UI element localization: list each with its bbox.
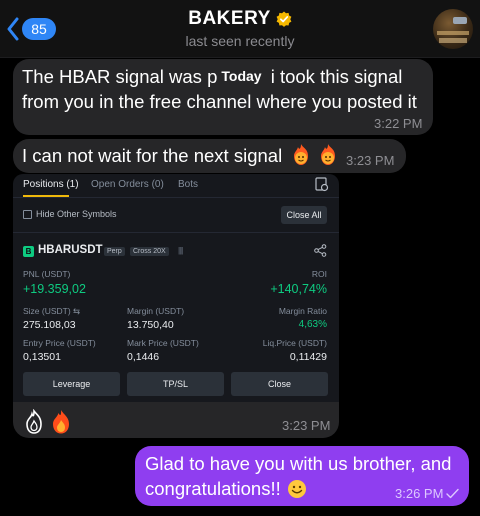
mark-price-value: 0,1446 xyxy=(127,351,160,363)
message-text: I can not wait for the next signal xyxy=(22,145,283,166)
fire-emoji-icon xyxy=(53,410,69,434)
date-label: Today xyxy=(217,64,266,89)
leverage-button[interactable]: Leverage xyxy=(23,372,120,396)
message-time: 3:22 PM xyxy=(374,116,423,131)
hand-fire-sticker-icon xyxy=(26,409,42,434)
message-time: 3:23 PM xyxy=(282,418,331,433)
margin-label: Margin (USDT) xyxy=(127,306,185,316)
margin-value: 13.750,40 xyxy=(127,319,174,331)
close-all-button[interactable]: Close All xyxy=(281,206,327,224)
tab-open-orders[interactable]: Open Orders (0) xyxy=(91,179,164,190)
verified-badge-icon xyxy=(276,11,292,27)
hide-other-symbols-checkbox[interactable] xyxy=(23,210,32,219)
smile-emoji-icon xyxy=(287,479,306,498)
avatar[interactable] xyxy=(433,9,473,49)
tab-positions[interactable]: Positions (1) xyxy=(23,179,79,190)
entry-price-value: 0,13501 xyxy=(23,351,61,363)
size-label: Size (USDT) ⇆ xyxy=(23,306,81,316)
divider xyxy=(13,232,339,233)
position-screenshot[interactable]: Positions (1) Open Orders (0) Bots Hide … xyxy=(13,174,339,402)
close-position-button[interactable]: Close xyxy=(231,372,328,396)
symbol-name: HBARUSDT xyxy=(38,244,103,256)
mark-price-label: Mark Price (USDT) xyxy=(127,338,199,348)
message-text: Glad to have you with us brother, and xyxy=(145,453,452,474)
fire-face-emoji-icon xyxy=(321,144,335,165)
chat-title-area[interactable]: BAKERY last seen recently xyxy=(0,8,480,49)
message-text-line2: from you in the free channel where you p… xyxy=(22,91,417,112)
leverage-bars-icon: |||| xyxy=(178,246,183,255)
margin-ratio-label: Margin Ratio xyxy=(278,306,327,316)
tp-sl-button[interactable]: TP/SL xyxy=(127,372,224,396)
share-icon[interactable] xyxy=(314,244,327,257)
margin-ratio-value: 4,63% xyxy=(298,319,327,330)
chat-header: 85 BAKERY last seen recently xyxy=(0,0,480,58)
liq-price-label: Liq.Price (USDT) xyxy=(262,338,327,348)
margin-mode-tag: Cross 20X xyxy=(130,247,169,256)
pnl-label: PNL (USDT) xyxy=(23,269,71,279)
buy-badge: B xyxy=(23,246,34,257)
fire-face-emoji-icon xyxy=(294,144,308,165)
hide-other-symbols-label: Hide Other Symbols xyxy=(36,209,117,219)
last-seen-status: last seen recently xyxy=(185,33,295,49)
chat-title: BAKERY xyxy=(188,8,292,30)
size-value: 275.108,03 xyxy=(23,319,76,331)
message-text: The HBAR signal was p Today i took this s… xyxy=(22,64,403,89)
roi-value: +140,74% xyxy=(270,282,327,296)
liq-price-value: 0,11429 xyxy=(289,351,327,363)
entry-price-label: Entry Price (USDT) xyxy=(23,338,96,348)
tab-bots[interactable]: Bots xyxy=(178,179,198,190)
roi-label: ROI xyxy=(311,269,327,279)
history-document-icon[interactable] xyxy=(315,177,329,192)
chat-title-text: BAKERY xyxy=(188,8,271,29)
divider xyxy=(13,197,339,198)
message-time: 3:26 PM xyxy=(395,486,460,501)
message-text-line2: congratulations!! xyxy=(145,476,307,501)
pnl-value: +19.359,02 xyxy=(23,282,86,296)
perp-tag: Perp xyxy=(104,247,125,256)
read-check-icon xyxy=(446,488,460,499)
message-time: 3:23 PM xyxy=(346,153,395,168)
